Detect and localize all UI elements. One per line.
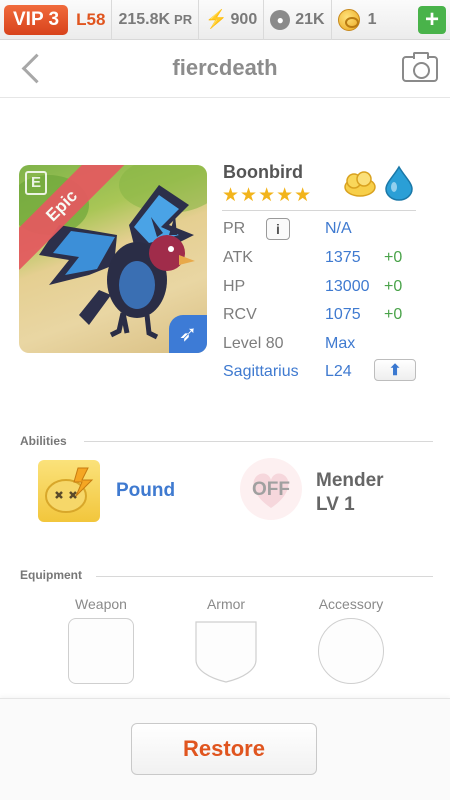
accessory-slot[interactable] bbox=[318, 618, 384, 684]
rcv-value: 1075 bbox=[325, 306, 361, 323]
sagittarius-icon: ➶ bbox=[169, 315, 207, 353]
armor-slot[interactable] bbox=[193, 618, 259, 684]
paw-icon: ● bbox=[270, 9, 291, 30]
energy-value: 900 bbox=[230, 10, 258, 28]
weapon-slot[interactable] bbox=[68, 618, 134, 684]
weapon-label: Weapon bbox=[75, 596, 127, 612]
pet-portrait[interactable]: Epic ➶ bbox=[19, 165, 207, 353]
star-rating: ★★★★★ bbox=[222, 185, 313, 206]
coin-value: 1 bbox=[367, 10, 377, 28]
food-counter[interactable]: ● 21K bbox=[264, 0, 332, 40]
atk-label: ATK bbox=[223, 249, 253, 266]
power-rating-value: 215.8K bbox=[118, 10, 171, 28]
rank-e-icon bbox=[25, 171, 47, 195]
hp-label: HP bbox=[223, 278, 246, 295]
pound-ability-icon[interactable] bbox=[38, 460, 100, 522]
atk-bonus: +0 bbox=[384, 249, 403, 266]
bottom-bar: Restore bbox=[0, 698, 450, 800]
abilities-heading: Abilities bbox=[20, 434, 67, 448]
passive-ability-name: Mender bbox=[316, 470, 384, 491]
level-value: Max bbox=[325, 335, 356, 352]
divider bbox=[222, 210, 416, 211]
hp-value: 13000 bbox=[325, 278, 370, 295]
pr-value: N/A bbox=[325, 220, 352, 237]
hp-bonus: +0 bbox=[384, 278, 403, 295]
armor-label: Armor bbox=[206, 596, 246, 612]
water-drop-icon bbox=[385, 165, 413, 201]
sign-link[interactable]: Sagittarius bbox=[223, 363, 299, 381]
rcv-label: RCV bbox=[223, 306, 257, 323]
power-rating: 215.8K PR bbox=[112, 0, 200, 40]
pet-name: Boonbird bbox=[223, 162, 303, 182]
level-label: Level 80 bbox=[223, 335, 284, 352]
page-title: fiercdeath bbox=[172, 55, 278, 80]
player-level: L58 bbox=[74, 0, 113, 40]
power-rating-unit: PR bbox=[174, 12, 193, 27]
info-icon[interactable]: i bbox=[266, 218, 290, 240]
status-bar: VIP 3 L58 215.8K PR ⚡ 900 ● 21K 1 + bbox=[0, 0, 450, 40]
arrow-up-icon: ⬆ bbox=[388, 362, 402, 379]
lightning-icon: ⚡ bbox=[205, 9, 228, 29]
vip-badge[interactable]: VIP 3 bbox=[4, 4, 69, 35]
equipment-heading: Equipment bbox=[20, 568, 82, 582]
accessory-label: Accessory bbox=[318, 596, 384, 612]
camera-icon[interactable] bbox=[402, 52, 438, 82]
rcv-bonus: +0 bbox=[384, 306, 403, 323]
divider bbox=[84, 441, 433, 442]
page-header: fiercdeath bbox=[0, 40, 450, 98]
atk-value: 1375 bbox=[325, 249, 361, 266]
divider bbox=[96, 576, 433, 577]
cloud-element-icon bbox=[344, 171, 376, 197]
coin-counter[interactable]: 1 bbox=[332, 0, 418, 40]
energy-counter[interactable]: ⚡ 900 bbox=[199, 0, 265, 40]
add-currency-button[interactable]: + bbox=[418, 5, 446, 34]
dizzy-face-icon bbox=[45, 467, 94, 513]
restore-button[interactable]: Restore bbox=[131, 723, 317, 775]
passive-ability-level: LV 1 bbox=[316, 494, 355, 515]
coin-icon bbox=[337, 8, 360, 31]
passive-state: OFF bbox=[252, 479, 290, 500]
food-value: 21K bbox=[295, 10, 325, 28]
pr-label: PR bbox=[223, 220, 246, 237]
sign-upgrade-button[interactable]: ⬆ bbox=[374, 359, 416, 381]
pet-detail-screen: VIP 3 L58 215.8K PR ⚡ 900 ● 21K 1 + fier… bbox=[0, 0, 450, 800]
active-ability-name[interactable]: Pound bbox=[116, 480, 175, 502]
sign-level: L24 bbox=[325, 363, 352, 380]
